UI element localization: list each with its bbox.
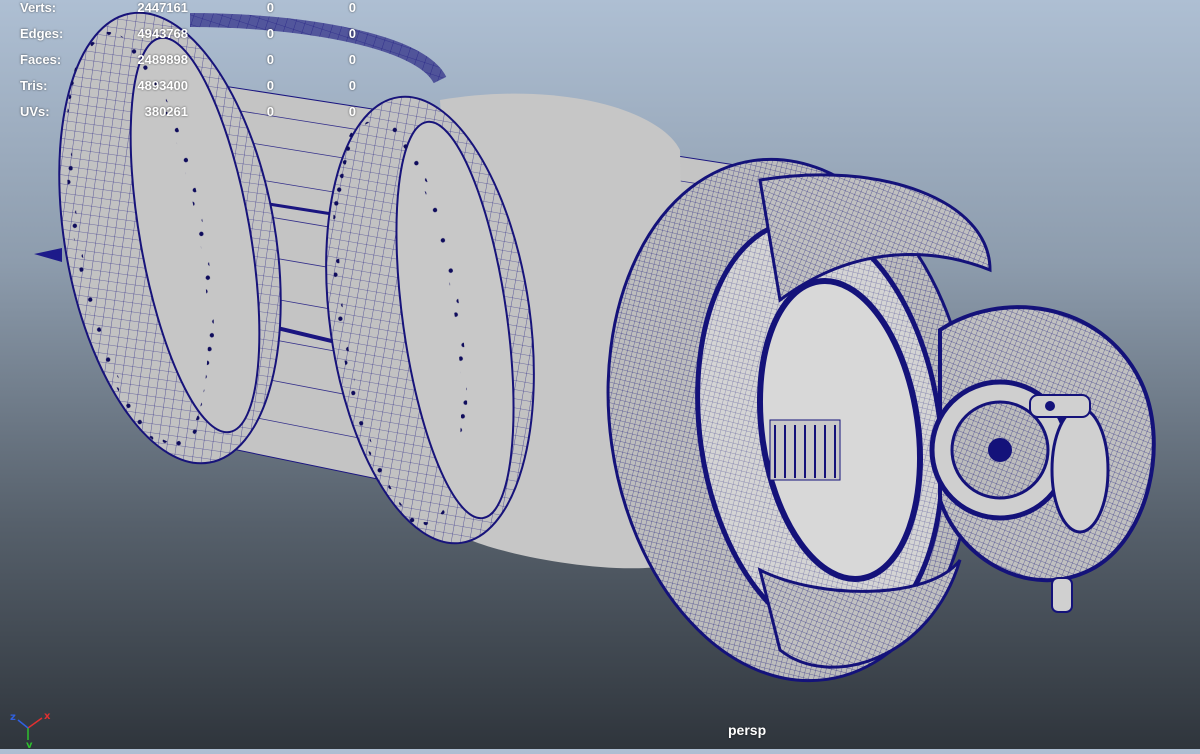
hud-label: Tris: [20,78,48,93]
front-assembly [606,157,1156,683]
hud-total: 2489898 [137,52,188,67]
hud-total: 4893400 [137,78,188,93]
hud-total: 2447161 [137,0,188,15]
hud-component: 0 [348,78,356,93]
camera-name-label: persp [728,722,767,738]
pivot-marker [34,248,62,262]
hud-selected: 0 [266,104,274,119]
grille [769,419,841,481]
hud-selected: 0 [266,78,274,93]
hud-component: 0 [348,104,356,119]
hud-label: UVs: [20,104,50,119]
fan-unit [929,305,1156,613]
axis-z-label: z [10,712,16,723]
hud-label: Edges: [20,26,64,41]
hud-component: 0 [348,26,356,41]
hud-selected: 0 [266,0,274,15]
hud-component: 0 [348,52,356,67]
axis-gizmo-icon: x y z [10,711,51,748]
hud-total: 4943768 [137,26,188,41]
axis-x-label: x [44,711,51,722]
hud-total: 380261 [144,104,188,119]
hud-label: Faces: [20,52,62,67]
hud-component: 0 [348,0,356,15]
hud-selected: 0 [266,52,274,67]
hud-selected: 0 [266,26,274,41]
hud-label: Verts: [20,0,57,15]
axis-y-label: y [26,740,33,748]
